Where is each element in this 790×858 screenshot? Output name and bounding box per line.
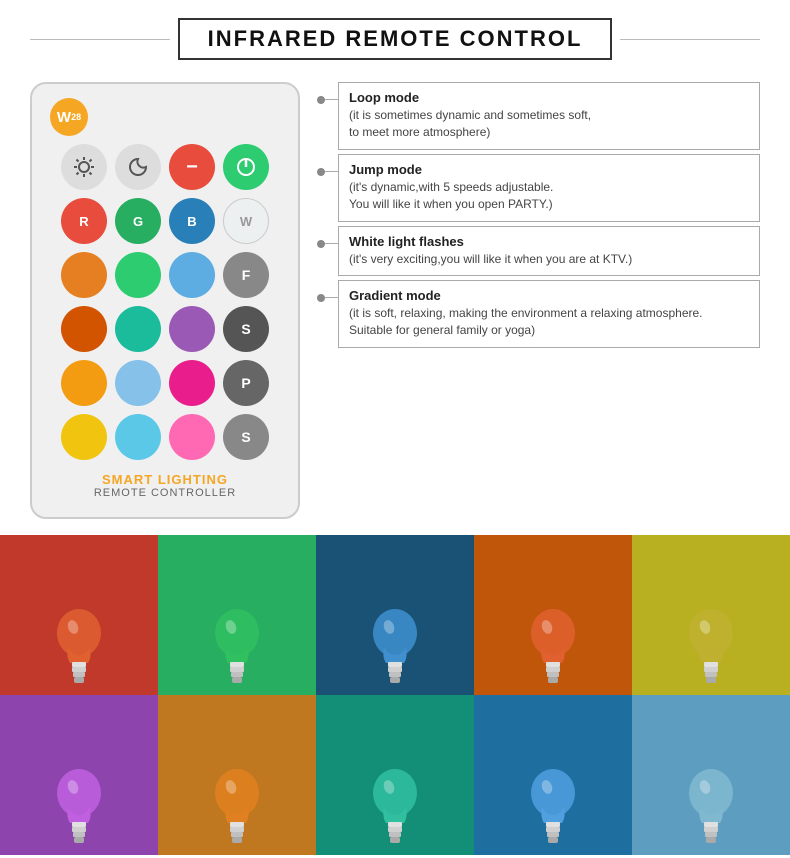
header-line-right: [620, 39, 760, 40]
feature-desc-2: (it's very exciting,you will like it whe…: [349, 251, 749, 268]
color-row-1: [0, 695, 790, 855]
btn-limegreen[interactable]: [115, 252, 161, 298]
remote-badge: W28: [50, 98, 88, 136]
feature-hline-3: [325, 297, 339, 298]
btn-hotpink[interactable]: [169, 414, 215, 460]
btn-yellow[interactable]: [61, 414, 107, 460]
feature-connector-2: [318, 226, 338, 280]
remote-controller: W28 − R G B: [30, 82, 300, 519]
btn-yellow-orange[interactable]: [61, 360, 107, 406]
feature-title-0: Loop mode: [349, 90, 749, 105]
feature-desc-0: (it is sometimes dynamic and sometimes s…: [349, 107, 749, 142]
color-cell-0-4: [632, 535, 790, 695]
btn-green[interactable]: G: [115, 198, 161, 244]
btn-row-2: R G B W: [61, 198, 269, 244]
btn-pink[interactable]: [169, 360, 215, 406]
feature-dot-0: [317, 96, 325, 104]
feature-desc-1: (it's dynamic,with 5 speeds adjustable.Y…: [349, 179, 749, 214]
bulb-icon-0-2: [368, 605, 422, 685]
bulb-icon-1-3: [526, 765, 580, 845]
bulb-icon-1-1: [210, 765, 264, 845]
color-cell-1-0: [0, 695, 158, 855]
color-cell-0-3: [474, 535, 632, 695]
feature-connector-1: [318, 154, 338, 226]
color-row-0: [0, 535, 790, 695]
page-header: INFRARED REMOTE CONTROL: [0, 0, 790, 72]
btn-cyan[interactable]: [115, 306, 161, 352]
btn-brightness-up[interactable]: [61, 144, 107, 190]
remote-label: SMART LIGHTING REMOTE CONTROLLER: [94, 472, 236, 499]
btn-row-5: P: [61, 360, 269, 406]
btn-row-6: S: [61, 414, 269, 460]
mid-section: W28 − R G B: [0, 72, 790, 535]
header-line-left: [30, 39, 170, 40]
remote-label-main: SMART LIGHTING: [94, 472, 236, 487]
bulb-icon-0-1: [210, 605, 264, 685]
color-cell-1-3: [474, 695, 632, 855]
btn-brightness-down[interactable]: [115, 144, 161, 190]
feature-item-2: White light flashes (it's very exciting,…: [318, 226, 760, 280]
feature-box-1: Jump mode (it's dynamic,with 5 speeds ad…: [338, 154, 760, 222]
btn-P[interactable]: P: [223, 360, 269, 406]
btn-white[interactable]: W: [223, 198, 269, 244]
bulb-icon-0-3: [526, 605, 580, 685]
feature-hline-2: [325, 243, 339, 244]
btn-S2[interactable]: S: [223, 414, 269, 460]
bulb-icon-0-0: [52, 605, 106, 685]
feature-connector-3: [318, 280, 338, 352]
btn-row-4: S: [61, 306, 269, 352]
btn-violet[interactable]: [169, 306, 215, 352]
feature-connector-0: [318, 82, 338, 154]
feature-title-2: White light flashes: [349, 234, 749, 249]
feature-dot-1: [317, 168, 325, 176]
feature-item-1: Jump mode (it's dynamic,with 5 speeds ad…: [318, 154, 760, 226]
feature-box-0: Loop mode (it is sometimes dynamic and s…: [338, 82, 760, 150]
remote-label-sub: REMOTE CONTROLLER: [94, 487, 236, 499]
feature-desc-3: (it is soft, relaxing, making the enviro…: [349, 305, 749, 340]
btn-orange[interactable]: [61, 252, 107, 298]
bulb-icon-1-4: [684, 765, 738, 845]
color-cell-0-2: [316, 535, 474, 695]
btn-red[interactable]: R: [61, 198, 107, 244]
feature-title-1: Jump mode: [349, 162, 749, 177]
color-cell-0-1: [158, 535, 316, 695]
color-cell-0-0: [0, 535, 158, 695]
feature-hline-0: [325, 99, 339, 100]
color-cell-1-4: [632, 695, 790, 855]
btn-lightcyan[interactable]: [115, 360, 161, 406]
feature-dot-2: [317, 240, 325, 248]
btn-skyblue[interactable]: [115, 414, 161, 460]
feature-item-3: Gradient mode (it is soft, relaxing, mak…: [318, 280, 760, 352]
bulb-icon-0-4: [684, 605, 738, 685]
remote-wrapper: W28 − R G B: [30, 82, 300, 519]
color-cell-1-2: [316, 695, 474, 855]
btn-S1[interactable]: S: [223, 306, 269, 352]
features-panel: Loop mode (it is sometimes dynamic and s…: [318, 82, 760, 352]
feature-box-2: White light flashes (it's very exciting,…: [338, 226, 760, 276]
feature-box-3: Gradient mode (it is soft, relaxing, mak…: [338, 280, 760, 348]
btn-minus[interactable]: −: [169, 144, 215, 190]
btn-blue[interactable]: B: [169, 198, 215, 244]
btn-row-3: F: [61, 252, 269, 298]
btn-lightblue[interactable]: [169, 252, 215, 298]
btn-power[interactable]: [223, 144, 269, 190]
bulb-icon-1-2: [368, 765, 422, 845]
page-title: INFRARED REMOTE CONTROL: [178, 18, 613, 60]
feature-item-0: Loop mode (it is sometimes dynamic and s…: [318, 82, 760, 154]
color-grid: [0, 535, 790, 855]
bulb-icon-1-0: [52, 765, 106, 845]
btn-F[interactable]: F: [223, 252, 269, 298]
btn-row-1: −: [61, 144, 269, 190]
feature-hline-1: [325, 171, 339, 172]
color-cell-1-1: [158, 695, 316, 855]
feature-title-3: Gradient mode: [349, 288, 749, 303]
btn-darkorange[interactable]: [61, 306, 107, 352]
feature-dot-3: [317, 294, 325, 302]
